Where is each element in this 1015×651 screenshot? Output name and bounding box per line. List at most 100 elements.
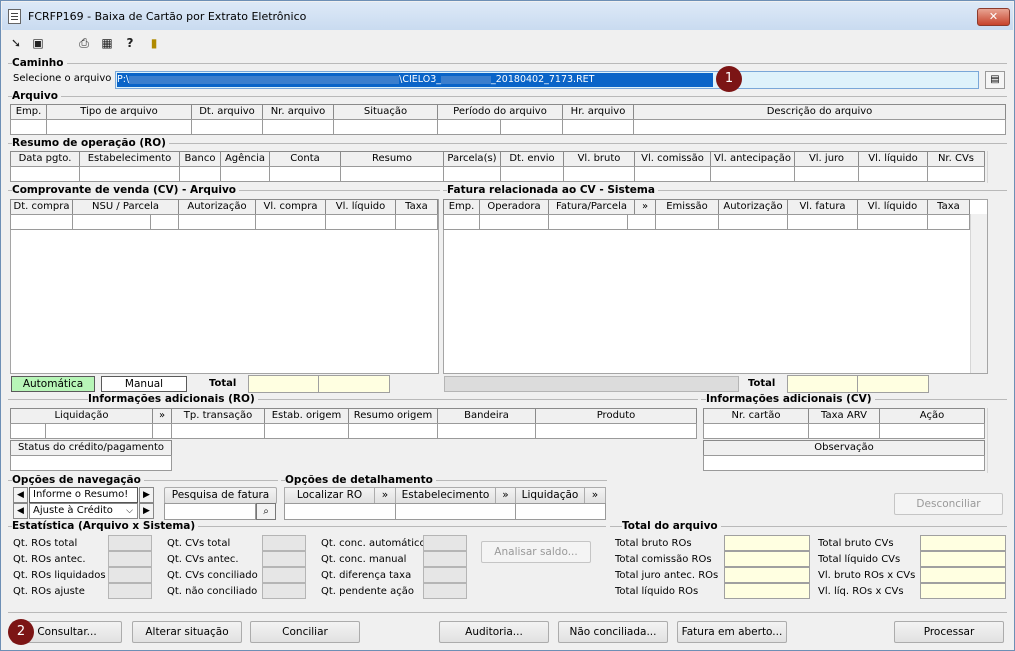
- table-cell[interactable]: [255, 214, 326, 230]
- col-header[interactable]: Estabelecimento: [79, 151, 180, 167]
- table-cell[interactable]: [46, 119, 192, 135]
- table-cell[interactable]: [262, 119, 334, 135]
- fatura-scrollbar[interactable]: [970, 214, 987, 373]
- col-header[interactable]: Emissão: [655, 199, 719, 215]
- col-header[interactable]: Nr. CVs: [927, 151, 985, 167]
- nav-select-ajuste[interactable]: Ajuste à Crédito ⌵: [29, 503, 138, 519]
- nav-prev-arrow-icon[interactable]: ◀: [13, 503, 28, 519]
- browse-file-icon[interactable]: ▤: [985, 71, 1005, 89]
- col-header[interactable]: Período do arquivo: [437, 104, 563, 120]
- table-cell[interactable]: [340, 166, 444, 182]
- col-header[interactable]: Agência: [220, 151, 270, 167]
- obs-cell[interactable]: [703, 455, 985, 471]
- table-cell[interactable]: [191, 119, 263, 135]
- col-header[interactable]: Nr. cartão: [703, 408, 809, 424]
- col-header[interactable]: Banco: [179, 151, 221, 167]
- col-header[interactable]: Taxa: [395, 199, 438, 215]
- pesquisa-fatura-button[interactable]: Pesquisa de fatura: [164, 487, 277, 504]
- col-header[interactable]: Nr. arquivo: [262, 104, 334, 120]
- table-cell[interactable]: [45, 423, 153, 439]
- table-cell[interactable]: [10, 423, 46, 439]
- table-cell[interactable]: [178, 214, 256, 230]
- col-header[interactable]: Emp.: [10, 104, 47, 120]
- estabelecimento-button[interactable]: Estabelecimento: [395, 487, 496, 504]
- col-header[interactable]: Vl. líquido: [858, 151, 928, 167]
- table-cell[interactable]: [879, 423, 985, 439]
- col-header[interactable]: Resumo: [340, 151, 444, 167]
- table-cell[interactable]: [325, 214, 396, 230]
- col-header[interactable]: Vl. bruto: [563, 151, 635, 167]
- table-cell[interactable]: [535, 423, 697, 439]
- col-header[interactable]: Resumo origem: [348, 408, 438, 424]
- table-cell[interactable]: [563, 166, 635, 182]
- table-cell[interactable]: [220, 166, 270, 182]
- exit-door-icon[interactable]: ▮: [146, 35, 162, 51]
- localizar-ro-expand[interactable]: »: [374, 487, 396, 504]
- status-cell[interactable]: [10, 455, 172, 471]
- table-cell[interactable]: [718, 214, 788, 230]
- table-cell[interactable]: [150, 214, 179, 230]
- nav-option-resumo[interactable]: Informe o Resumo!: [29, 487, 138, 503]
- alterar-situacao-button[interactable]: Alterar situação: [132, 621, 242, 643]
- col-header[interactable]: Emp.: [443, 199, 480, 215]
- arrow-in-icon[interactable]: ➘: [8, 35, 24, 51]
- table-cell[interactable]: [500, 166, 564, 182]
- col-header-expand[interactable]: »: [152, 408, 172, 424]
- table-cell[interactable]: [787, 214, 858, 230]
- table-cell[interactable]: [808, 423, 880, 439]
- table-cell[interactable]: [171, 423, 265, 439]
- table-cell[interactable]: [443, 166, 501, 182]
- col-header[interactable]: Descrição do arquivo: [633, 104, 1006, 120]
- col-header[interactable]: Data pgto.: [10, 151, 80, 167]
- close-button[interactable]: ✕: [977, 8, 1010, 26]
- col-header[interactable]: Autorização: [718, 199, 788, 215]
- table-cell[interactable]: [269, 166, 341, 182]
- table-cell[interactable]: [348, 423, 438, 439]
- col-header[interactable]: Operadora: [479, 199, 549, 215]
- table-cell[interactable]: [443, 214, 480, 230]
- table-cell[interactable]: [437, 119, 501, 135]
- col-header[interactable]: Vl. juro: [794, 151, 859, 167]
- col-header[interactable]: Vl. comissão: [634, 151, 711, 167]
- col-header[interactable]: NSU / Parcela: [72, 199, 179, 215]
- liquidacao-button[interactable]: Liquidação: [515, 487, 585, 504]
- nav-prev-arrow-icon[interactable]: ◀: [13, 487, 28, 503]
- grid-icon[interactable]: ▦: [99, 35, 115, 51]
- analisar-saldo-button[interactable]: Analisar saldo...: [481, 541, 591, 563]
- automatica-button[interactable]: Automática: [11, 376, 95, 392]
- table-cell[interactable]: [634, 166, 711, 182]
- manual-button[interactable]: Manual: [101, 376, 187, 392]
- col-header[interactable]: Ação: [879, 408, 985, 424]
- conciliar-button[interactable]: Conciliar: [250, 621, 360, 643]
- desconciliar-button[interactable]: Desconciliar: [894, 493, 1003, 515]
- help-icon[interactable]: ?: [122, 35, 138, 51]
- col-header[interactable]: Fatura/Parcela: [548, 199, 635, 215]
- table-cell[interactable]: [627, 214, 656, 230]
- fatura-em-aberto-button[interactable]: Fatura em aberto...: [677, 621, 787, 643]
- col-header[interactable]: Liquidação: [10, 408, 153, 424]
- table-cell[interactable]: [437, 423, 536, 439]
- col-header[interactable]: Parcela(s): [443, 151, 501, 167]
- printer-icon[interactable]: ⎙: [76, 35, 92, 51]
- pesquisa-fatura-input[interactable]: [164, 503, 256, 520]
- col-header[interactable]: Tp. transação: [171, 408, 265, 424]
- table-cell[interactable]: [548, 214, 628, 230]
- table-cell[interactable]: [857, 214, 928, 230]
- estabelecimento-expand[interactable]: »: [495, 487, 516, 504]
- nav-next-arrow-icon[interactable]: ▶: [139, 503, 154, 519]
- col-header[interactable]: Taxa ARV: [808, 408, 880, 424]
- table-cell[interactable]: [152, 423, 172, 439]
- layers-icon[interactable]: ▣: [30, 35, 46, 51]
- col-header[interactable]: Dt. arquivo: [191, 104, 263, 120]
- table-cell[interactable]: [655, 214, 719, 230]
- file-path-input[interactable]: P:\ \CIELO3_ _20180402_7173.RET: [115, 71, 979, 89]
- liquidacao-expand[interactable]: »: [584, 487, 606, 504]
- table-cell[interactable]: [79, 166, 180, 182]
- processar-button[interactable]: Processar: [894, 621, 1004, 643]
- col-header[interactable]: Vl. antecipação: [710, 151, 795, 167]
- col-header[interactable]: Dt. envio: [500, 151, 564, 167]
- table-cell[interactable]: [479, 214, 549, 230]
- table-cell[interactable]: [72, 214, 151, 230]
- col-header-expand[interactable]: »: [634, 199, 656, 215]
- table-cell[interactable]: [794, 166, 859, 182]
